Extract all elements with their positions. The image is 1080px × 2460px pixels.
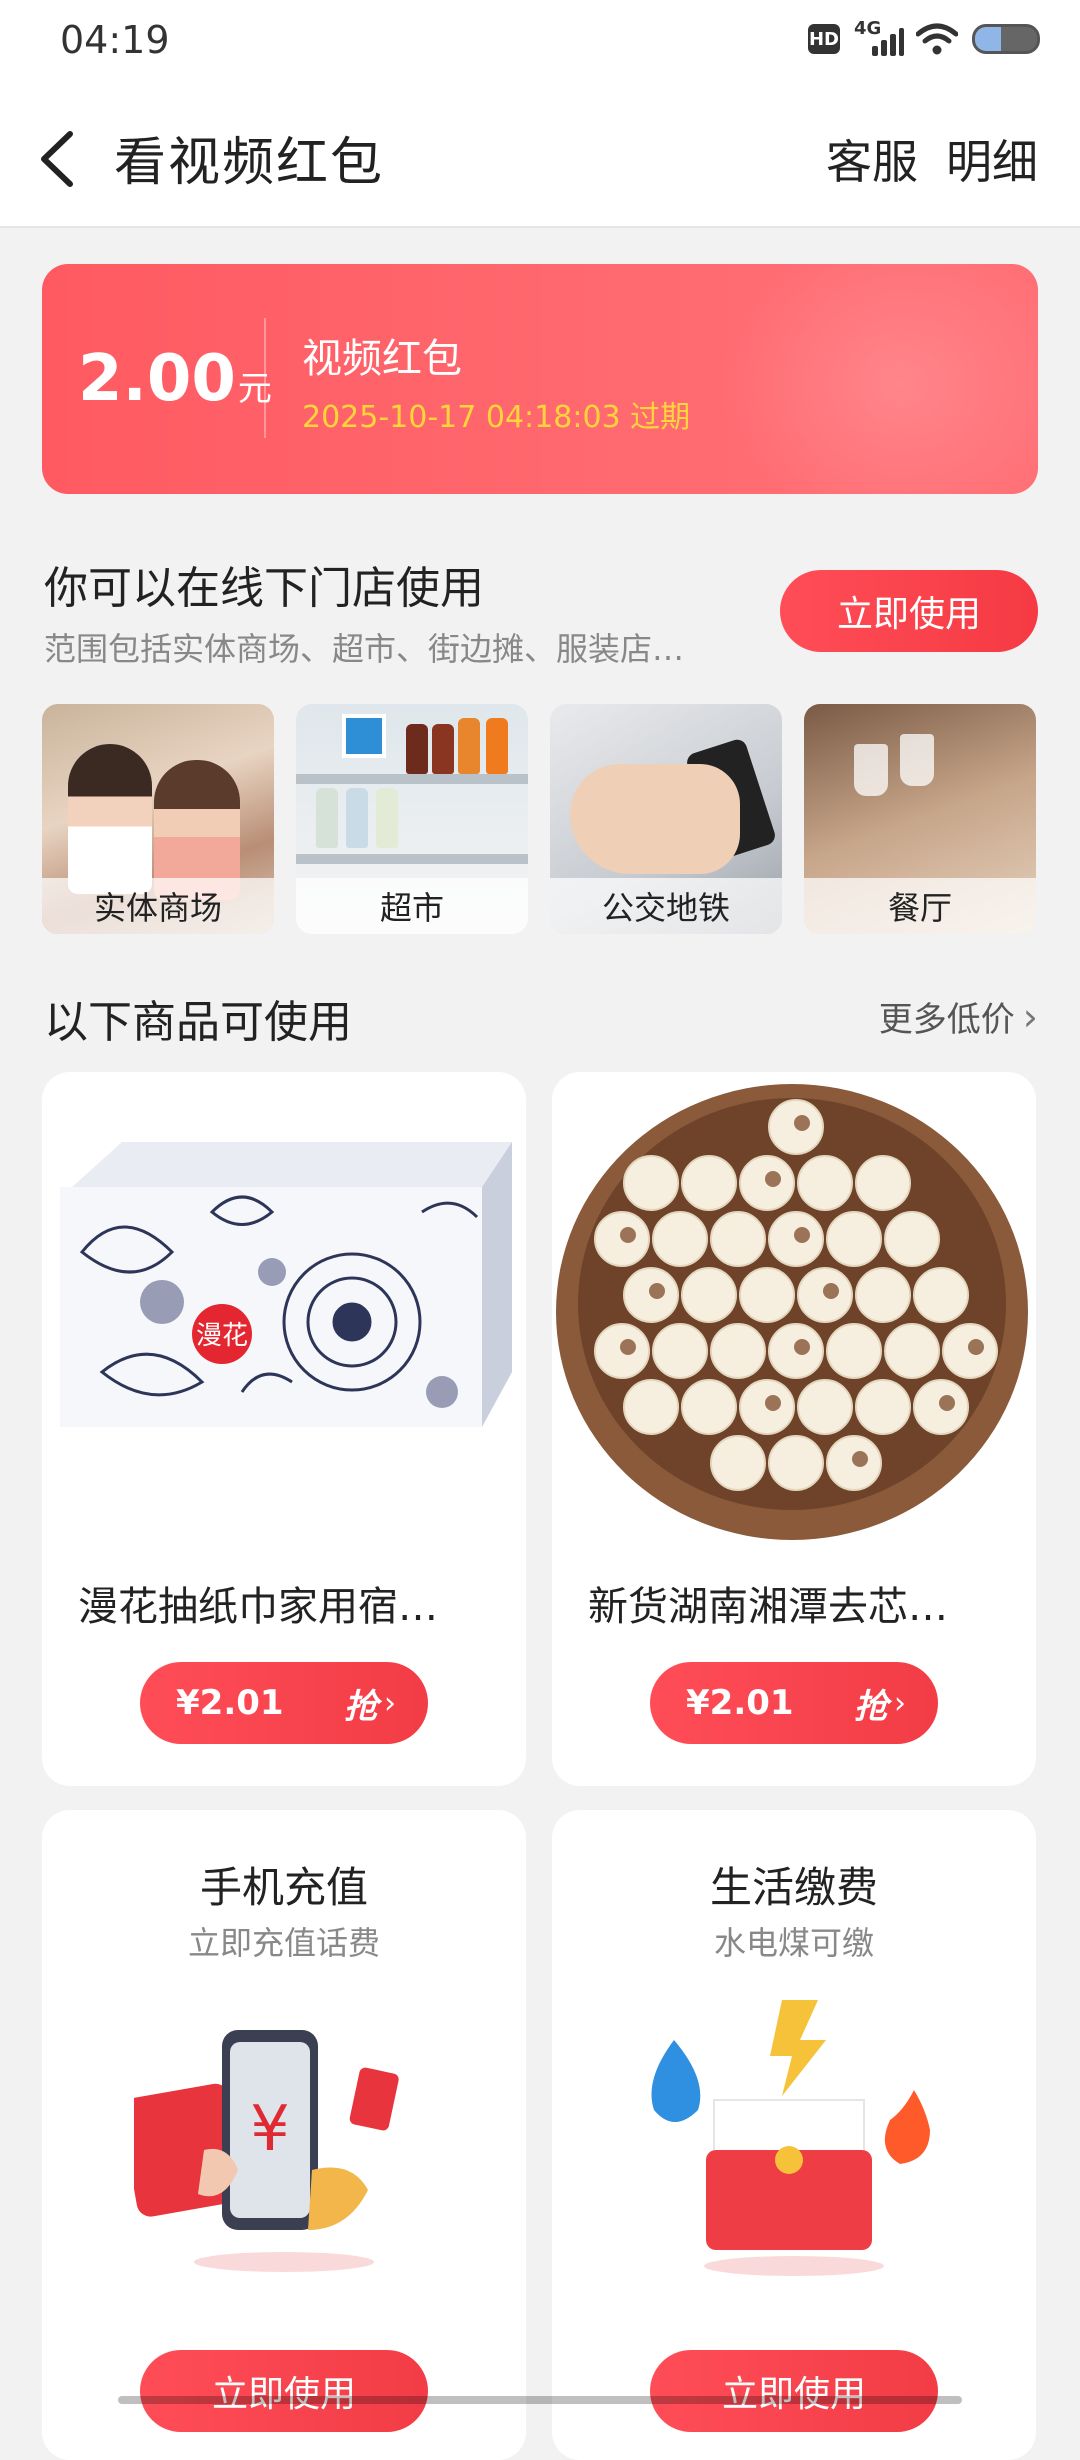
use-now-button[interactable]: 立即使用 — [780, 570, 1038, 652]
scene-label: 公交地铁 — [550, 878, 782, 934]
scene-tile-transit[interactable]: 公交地铁 — [550, 704, 782, 934]
products-header: 以下商品可使用 更多低价 › — [42, 982, 1038, 1049]
lotus-seed-bowl-image — [556, 1084, 1028, 1540]
details-link[interactable]: 明细 — [946, 126, 1038, 192]
status-time: 04:19 — [60, 18, 170, 62]
product-price: ¥2.01 — [686, 1683, 794, 1723]
offline-use-subtitle: 范围包括实体商场、超市、街边摊、服装店… — [44, 630, 685, 668]
usage-scene-list: 实体商场 超市 公交地铁 餐厅 — [42, 704, 1038, 934]
battery-icon — [972, 24, 1040, 54]
scene-tile-supermarket[interactable]: 超市 — [296, 704, 528, 934]
signal-icon: 4G — [854, 18, 904, 56]
grab-button[interactable]: ¥2.01 抢 › — [140, 1662, 428, 1744]
product-name: 新货湖南湘潭去芯… — [588, 1584, 948, 1630]
grab-label: 抢 — [854, 1686, 888, 1727]
scene-tile-mall[interactable]: 实体商场 — [42, 704, 274, 934]
coupon-amount-unit: 元 — [237, 369, 272, 409]
home-indicator[interactable] — [118, 2396, 962, 2404]
svg-text:¥: ¥ — [250, 2092, 289, 2165]
utility-bills-illustration — [651, 2000, 930, 2276]
service-title: 手机充值 — [199, 1863, 368, 1912]
offline-use-title: 你可以在线下门店使用 — [44, 563, 484, 614]
scene-label: 餐厅 — [804, 878, 1036, 934]
hd-icon: HD — [808, 24, 840, 54]
products-title: 以下商品可使用 — [44, 997, 352, 1048]
grab-button[interactable]: ¥2.01 抢 › — [650, 1662, 938, 1744]
service-card-utility-bills[interactable]: 生活缴费 水电煤可缴 立即使用 — [552, 1810, 1036, 2460]
tissue-pack-image: 漫花 — [60, 1142, 512, 1427]
red-packet-coupon-card: 2.00 元 视频红包 2025-10-17 04:18:03 过期 — [42, 264, 1038, 494]
coupon-divider — [264, 318, 266, 438]
page-title: 看视频红包 — [114, 133, 385, 193]
service-subtitle: 水电煤可缴 — [713, 1924, 874, 1962]
phone-recharge-illustration: ¥ — [134, 2030, 399, 2272]
product-card[interactable]: 新货湖南湘潭去芯… ¥2.01 抢 › — [552, 1072, 1036, 1786]
service-title: 生活缴费 — [709, 1863, 878, 1912]
use-now-button[interactable]: 立即使用 — [140, 2350, 428, 2432]
chevron-right-icon: › — [384, 1685, 396, 1721]
coupon-expiry: 2025-10-17 04:18:03 过期 — [302, 400, 691, 435]
status-bar: 04:19 HD 4G — [0, 0, 1080, 84]
network-type: 4G — [854, 18, 882, 39]
scene-tile-restaurant[interactable]: 餐厅 — [804, 704, 1036, 934]
service-subtitle: 立即充值话费 — [187, 1924, 380, 1962]
scene-label: 实体商场 — [42, 878, 274, 934]
product-name: 漫花抽纸巾家用宿… — [78, 1584, 438, 1630]
coupon-amount-value: 2.00 — [78, 342, 236, 416]
coupon-amount: 2.00 元 — [78, 342, 272, 416]
chevron-right-icon: › — [894, 1685, 906, 1721]
scene-label: 超市 — [296, 878, 528, 934]
brand-label: 漫花 — [196, 1321, 248, 1351]
customer-service-link[interactable]: 客服 — [826, 126, 918, 192]
service-card-phone-recharge[interactable]: 手机充值 立即充值话费 ¥ 立即使用 — [42, 1810, 526, 2460]
product-price: ¥2.01 — [176, 1683, 284, 1723]
grab-label: 抢 — [344, 1686, 378, 1727]
product-card[interactable]: 漫花 漫花抽纸巾家用宿… ¥2.01 抢 › — [42, 1072, 526, 1786]
wifi-icon — [916, 23, 958, 55]
chevron-right-icon: › — [1022, 994, 1038, 1039]
top-nav-bar: 看视频红包 客服 明细 — [0, 84, 1080, 228]
coupon-title: 视频红包 — [302, 336, 462, 382]
status-icons: HD 4G — [808, 18, 1040, 56]
more-link-label: 更多低价 — [878, 1000, 1015, 1040]
use-now-button[interactable]: 立即使用 — [650, 2350, 938, 2432]
back-arrow-icon[interactable] — [30, 124, 90, 194]
more-low-price-link[interactable]: 更多低价 › — [879, 992, 1038, 1041]
